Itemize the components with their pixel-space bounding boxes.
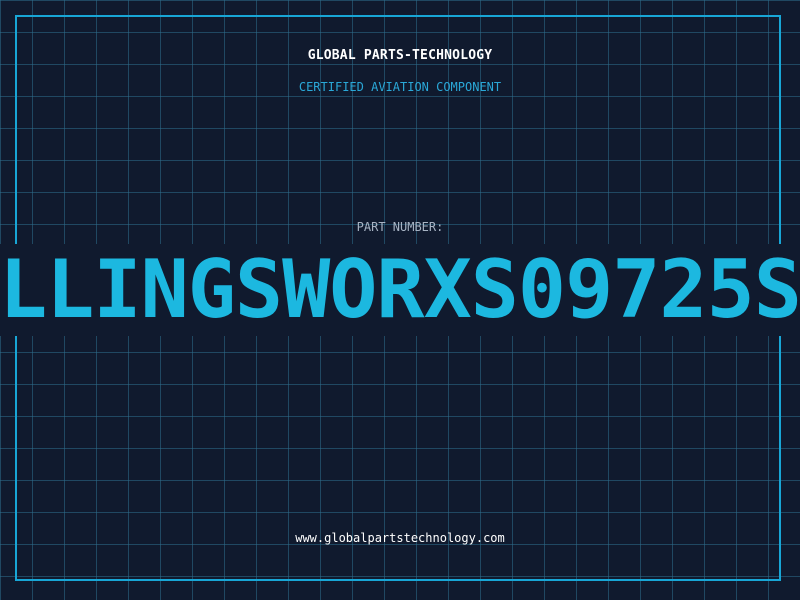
part-number-label: PART NUMBER: <box>356 220 444 234</box>
part-number-value: OLLINGSWORXS09725SL <box>0 243 800 336</box>
company-name: GLOBAL PARTS-TECHNOLOGY <box>307 48 493 63</box>
certification-subtitle: CERTIFIED AVIATION COMPONENT <box>298 80 502 94</box>
certificate-canvas: GLOBAL PARTS-TECHNOLOGY CERTIFIED AVIATI… <box>0 0 800 600</box>
website-url: www.globalpartstechnology.com <box>295 531 505 545</box>
